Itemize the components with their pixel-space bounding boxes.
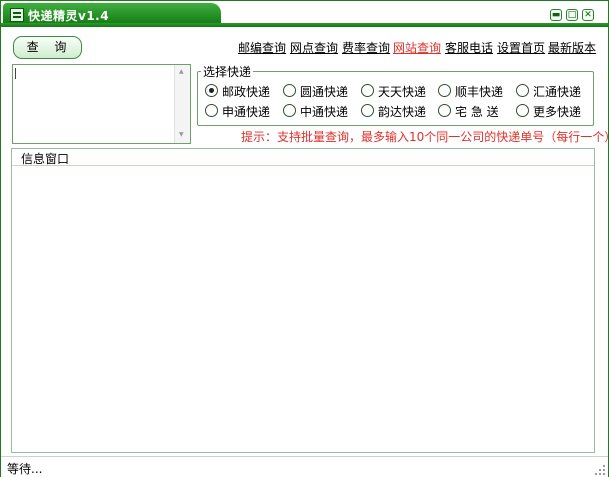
radio-button[interactable] (283, 84, 296, 97)
radio-button[interactable] (361, 84, 374, 97)
radio-button[interactable] (516, 104, 529, 117)
radio-label: 宅 急 送 (455, 105, 499, 119)
hint-text: 提示：支持批量查询，最多输入10个同一公司的快递单号（每行一个）. (241, 130, 609, 144)
radio-label: 邮政快递 (222, 85, 271, 99)
radio-button[interactable] (438, 104, 451, 117)
radio-label: 更多快递 (533, 105, 582, 119)
radio-label: 申通快递 (222, 105, 271, 119)
text-caret (15, 68, 16, 79)
scroll-up-icon[interactable]: ▲ (179, 68, 184, 75)
radio-label: 顺丰快递 (455, 85, 504, 99)
radio-button[interactable] (205, 84, 218, 97)
radio-label: 圆通快递 (300, 85, 349, 99)
radio-button[interactable] (516, 84, 529, 97)
link-rate-query[interactable]: 费率查询 (342, 39, 390, 56)
info-window-title: 信息窗口 (21, 152, 70, 166)
carrier-group-title: 选择快递 (201, 63, 254, 80)
radio-label: 汇通快递 (533, 85, 582, 99)
scroll-down-icon[interactable]: ▼ (179, 131, 184, 138)
radio-button[interactable] (205, 104, 218, 117)
link-service-phone[interactable]: 客服电话 (445, 39, 493, 56)
link-postcode-query[interactable]: 邮编查询 (238, 39, 286, 56)
status-bar: 等待... (1, 456, 608, 477)
app-window: 快递精灵v1.4 ▬ □ ✕ 查 询 邮编查询 网点查询 费率查询 网站查询 客… (0, 0, 609, 477)
info-window[interactable]: 信息窗口 (11, 148, 595, 453)
radio-label: 中通快递 (300, 105, 349, 119)
status-text: 等待... (7, 462, 43, 476)
app-logo-icon (10, 8, 24, 22)
link-latest-version[interactable]: 最新版本 (548, 39, 596, 56)
link-outlet-query[interactable]: 网点查询 (290, 39, 338, 56)
tracking-number-input[interactable]: ▲ ▼ (12, 64, 191, 144)
window-title: 快递精灵v1.4 (28, 9, 110, 23)
link-set-homepage[interactable]: 设置首页 (497, 39, 545, 56)
radio-button[interactable] (361, 104, 374, 117)
textarea-scrollbar[interactable]: ▲ ▼ (174, 65, 190, 143)
radio-button[interactable] (283, 104, 296, 117)
maximize-icon[interactable]: □ (566, 9, 578, 21)
radio-button[interactable] (438, 84, 451, 97)
minimize-icon[interactable]: ▬ (550, 9, 562, 21)
radio-label: 韵达快递 (378, 105, 427, 119)
resize-grip-icon[interactable] (595, 465, 605, 475)
close-icon[interactable]: ✕ (582, 9, 594, 21)
title-bar[interactable]: 快递精灵v1.4 ▬ □ ✕ (1, 1, 608, 27)
info-window-header: 信息窗口 (12, 149, 594, 166)
link-website-query[interactable]: 网站查询 (393, 39, 441, 56)
title-tab: 快递精灵v1.4 (3, 3, 221, 25)
query-button[interactable]: 查 询 (13, 36, 82, 59)
radio-label: 天天快递 (378, 85, 427, 99)
title-underline (1, 23, 608, 27)
